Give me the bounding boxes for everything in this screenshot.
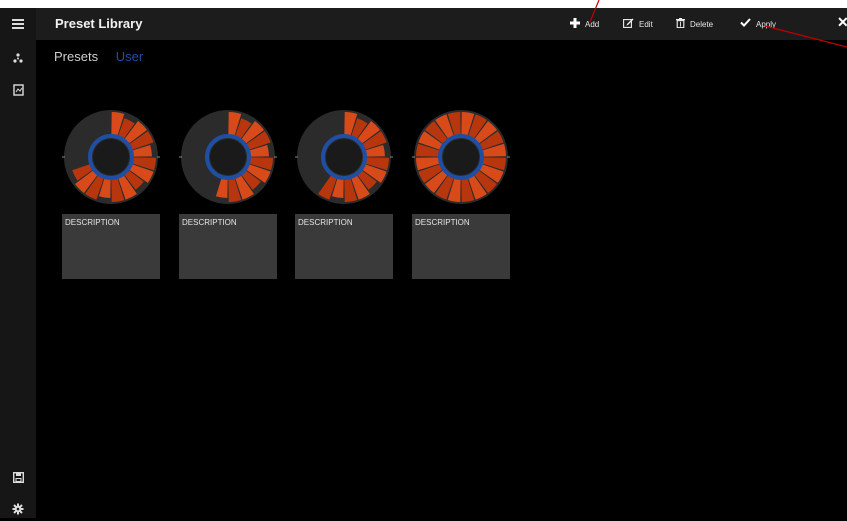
document-icon[interactable]	[6, 78, 30, 102]
delete-label: Delete	[690, 19, 714, 29]
description-box: DESCRIPTION	[62, 214, 160, 279]
menu-icon[interactable]	[6, 12, 30, 36]
close-icon[interactable]: ✕	[837, 14, 847, 31]
description-label: DESCRIPTION	[298, 218, 353, 227]
tab-presets[interactable]: Presets	[54, 49, 98, 64]
preset-card[interactable]: DESCRIPTION	[412, 108, 510, 279]
page-title: Preset Library	[55, 16, 143, 31]
trash-icon	[676, 17, 685, 31]
plus-icon	[570, 17, 580, 31]
edit-button[interactable]: Edit	[623, 16, 653, 32]
preset-wheel	[412, 110, 510, 204]
preset-wheel	[62, 110, 160, 204]
apply-label: Apply	[756, 19, 777, 29]
preset-wheel	[179, 110, 277, 204]
check-icon	[740, 18, 751, 30]
network-icon[interactable]	[6, 46, 30, 70]
description-box: DESCRIPTION	[179, 214, 277, 279]
save-icon[interactable]	[6, 465, 30, 489]
wheel-center	[326, 139, 362, 175]
edit-label: Edit	[639, 19, 653, 29]
wheel-center	[210, 139, 246, 175]
add-label: Add	[585, 19, 600, 29]
preset-card[interactable]: DESCRIPTION	[179, 108, 277, 279]
gear-icon[interactable]	[6, 497, 30, 521]
wheel-center	[443, 139, 479, 175]
preset-card[interactable]: DESCRIPTION	[62, 108, 160, 279]
preset-card[interactable]: DESCRIPTION	[295, 108, 393, 279]
description-box: DESCRIPTION	[412, 214, 510, 279]
header-bar: Preset Library Add Edit Delete Apply ✕	[36, 8, 847, 40]
tab-user[interactable]: User	[116, 49, 143, 64]
sidebar	[0, 8, 36, 518]
description-label: DESCRIPTION	[415, 218, 470, 227]
tab-bar: Presets User	[54, 49, 143, 64]
edit-icon	[623, 18, 634, 31]
description-label: DESCRIPTION	[182, 218, 237, 227]
description-label: DESCRIPTION	[65, 218, 120, 227]
add-button[interactable]: Add	[570, 16, 599, 32]
description-box: DESCRIPTION	[295, 214, 393, 279]
preset-wheel	[295, 110, 393, 204]
wheel-center	[93, 139, 129, 175]
top-strip	[0, 0, 847, 8]
apply-button[interactable]: Apply	[740, 16, 776, 32]
delete-button[interactable]: Delete	[676, 16, 713, 32]
